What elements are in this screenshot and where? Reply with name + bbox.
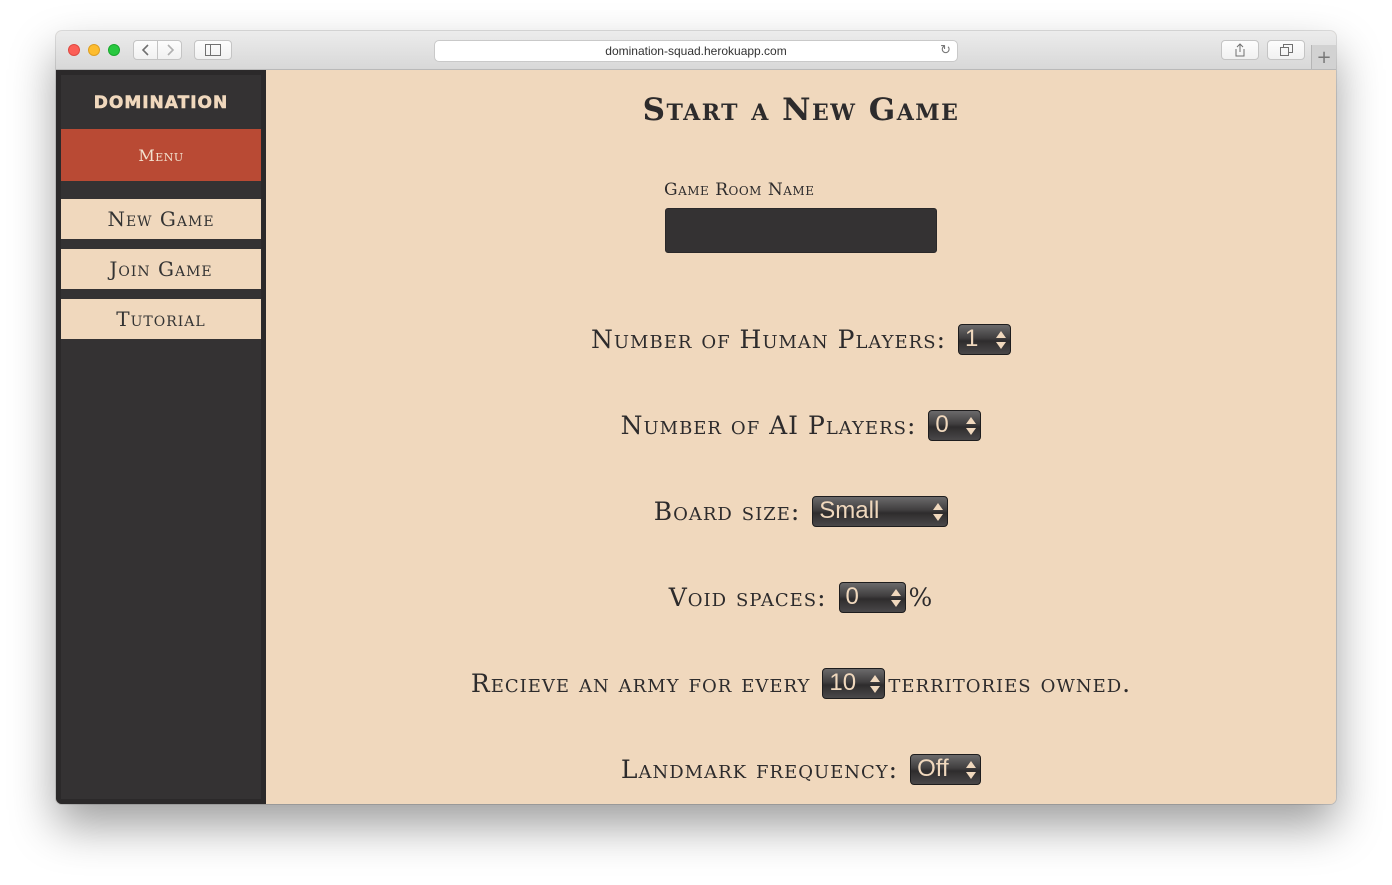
select-arrows-icon xyxy=(890,588,901,608)
sidebar-item-new-game[interactable]: New Game xyxy=(61,199,261,239)
select-arrows-icon xyxy=(966,760,977,780)
plus-icon: + xyxy=(1316,46,1332,68)
ai-players-value: 0 xyxy=(935,411,949,438)
human-players-value: 1 xyxy=(965,325,979,352)
sidebar-toggle-button[interactable] xyxy=(194,40,232,60)
void-spaces-row: Void spaces: 0 % xyxy=(266,580,1336,614)
close-window-button[interactable] xyxy=(68,44,80,56)
select-arrows-icon xyxy=(870,674,881,694)
landmark-row: Landmark frequency: Off xyxy=(266,752,1336,786)
human-players-label: Number of Human Players: xyxy=(590,324,946,354)
ai-players-row: Number of AI Players: 0 xyxy=(266,408,1336,442)
void-spaces-select[interactable]: 0 xyxy=(838,581,906,613)
select-arrows-icon xyxy=(966,416,977,436)
sidebar: DOMINATION Menu New Game Join Game Tutor… xyxy=(56,70,266,804)
tabs-icon xyxy=(1279,44,1293,56)
app-logo: DOMINATION xyxy=(93,93,229,114)
army-rate-row: Recieve an army for every 10 territories… xyxy=(266,666,1336,700)
landmark-select[interactable]: Off xyxy=(910,753,982,785)
sidebar-item-tutorial[interactable]: Tutorial xyxy=(61,299,261,339)
forward-button[interactable] xyxy=(157,40,182,60)
chevron-right-icon xyxy=(166,44,174,56)
sidebar-icon xyxy=(205,44,221,56)
room-name-input[interactable] xyxy=(665,208,937,253)
board-size-label: Board size: xyxy=(653,496,801,526)
board-size-row: Board size: Small xyxy=(266,494,1336,528)
address-bar[interactable]: domination-squad.herokuapp.com ↻ xyxy=(434,40,958,62)
ai-players-select[interactable]: 0 xyxy=(928,409,982,441)
board-size-value: Small xyxy=(819,497,880,524)
ai-players-label: Number of AI Players: xyxy=(620,410,917,440)
chevron-left-icon xyxy=(141,44,149,56)
minimize-window-button[interactable] xyxy=(88,44,100,56)
void-spaces-label: Void spaces: xyxy=(668,582,827,612)
url-text: domination-squad.herokuapp.com xyxy=(605,44,787,58)
page-title: Start a New Game xyxy=(642,92,960,128)
share-button[interactable] xyxy=(1221,40,1259,60)
select-arrows-icon xyxy=(996,330,1006,350)
army-rate-select[interactable]: 10 xyxy=(822,667,886,699)
back-button[interactable] xyxy=(133,40,158,60)
select-arrows-icon xyxy=(933,502,944,522)
human-players-row: Number of Human Players: 1 xyxy=(266,322,1336,356)
void-spaces-value: 0 xyxy=(845,583,859,610)
tabs-overview-button[interactable] xyxy=(1267,40,1305,60)
landmark-value: Off xyxy=(917,755,949,782)
reload-icon[interactable]: ↻ xyxy=(940,43,951,58)
page-viewport: DOMINATION Menu New Game Join Game Tutor… xyxy=(56,70,1336,804)
army-rate-suffix: territories owned. xyxy=(888,668,1132,698)
new-tab-button[interactable]: + xyxy=(1311,45,1336,69)
menu-header: Menu xyxy=(61,129,261,181)
main-content: Start a New Game Game Room Name Number o… xyxy=(266,70,1336,804)
room-name-label: Game Room Name xyxy=(664,180,815,200)
sidebar-item-join-game[interactable]: Join Game xyxy=(61,249,261,289)
board-size-select[interactable]: Small xyxy=(812,495,949,527)
void-spaces-suffix: % xyxy=(908,582,934,612)
army-rate-value: 10 xyxy=(829,669,857,696)
browser-toolbar: domination-squad.herokuapp.com ↻ + xyxy=(56,31,1336,70)
human-players-select[interactable]: 1 xyxy=(958,323,1011,355)
landmark-label: Landmark frequency: xyxy=(620,754,899,784)
maximize-window-button[interactable] xyxy=(108,44,120,56)
browser-window: domination-squad.herokuapp.com ↻ + DOMIN… xyxy=(56,31,1336,804)
share-icon xyxy=(1235,43,1245,57)
army-rate-prefix: Recieve an army for every xyxy=(470,668,811,698)
